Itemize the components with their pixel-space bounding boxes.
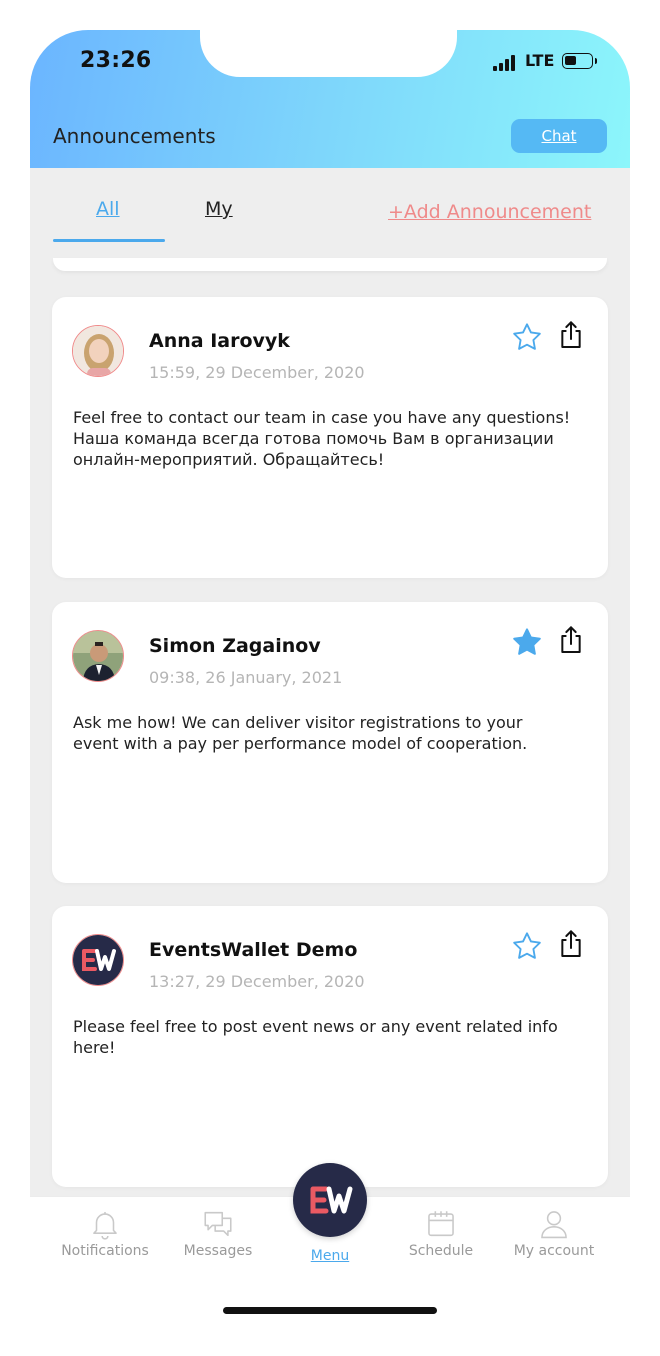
battery-icon (562, 53, 597, 69)
nav-label: Messages (183, 1243, 253, 1259)
share-icon[interactable] (555, 319, 587, 351)
announcements-content[interactable]: All My +Add Announcement Anna Iarovyk 15… (30, 168, 630, 1200)
star-icon[interactable] (511, 321, 543, 353)
menu-button[interactable] (293, 1163, 367, 1237)
nav-label: Schedule (408, 1243, 474, 1259)
nav-label: Notifications (61, 1243, 149, 1259)
nav-notifications[interactable]: Notifications (55, 1207, 155, 1259)
signal-icon (493, 55, 523, 71)
page-title: Announcements (53, 124, 216, 148)
announcement-text: Ask me how! We can deliver visitor regis… (73, 713, 528, 753)
author-name: Anna Iarovyk (149, 330, 290, 352)
star-icon[interactable] (511, 626, 543, 658)
announcement-card[interactable]: Simon Zagainov 09:38, 26 January, 2021 A… (52, 602, 608, 883)
chat-button[interactable]: Chat (511, 119, 607, 153)
announcement-text: Feel free to contact our team in case yo… (73, 408, 571, 469)
announcement-card[interactable]: EventsWallet Demo 13:27, 29 December, 20… (52, 906, 608, 1187)
share-icon[interactable] (555, 928, 587, 960)
announcement-text: Please feel free to post event news or a… (73, 1017, 558, 1057)
tab-all[interactable]: All (96, 198, 120, 220)
nav-schedule[interactable]: Schedule (391, 1207, 491, 1259)
previous-card-edge (53, 258, 607, 271)
status-time: 23:26 (80, 48, 152, 73)
announcement-card[interactable]: Anna Iarovyk 15:59, 29 December, 2020 Fe… (52, 297, 608, 578)
nav-my-account[interactable]: My account (504, 1207, 604, 1259)
network-label: LTE (525, 51, 555, 70)
post-date: 13:27, 29 December, 2020 (149, 972, 365, 991)
bell-icon (93, 1211, 117, 1240)
post-date: 15:59, 29 December, 2020 (149, 363, 365, 382)
phone-screen: 23:26 LTE Announcements Chat All My +Add… (30, 30, 630, 1320)
nav-menu-label[interactable]: Menu (292, 1248, 368, 1264)
eventswallet-logo (72, 934, 124, 986)
app-header: 23:26 LTE Announcements Chat (30, 30, 630, 168)
avatar (72, 325, 124, 377)
avatar (72, 630, 124, 682)
star-icon[interactable] (511, 930, 543, 962)
share-icon[interactable] (555, 624, 587, 656)
user-icon (541, 1211, 567, 1239)
author-name: EventsWallet Demo (149, 939, 358, 961)
tab-my[interactable]: My (205, 198, 233, 220)
add-announcement-link[interactable]: +Add Announcement (388, 201, 591, 223)
author-name: Simon Zagainov (149, 635, 321, 657)
device-notch (200, 30, 457, 77)
post-date: 09:38, 26 January, 2021 (149, 668, 343, 687)
calendar-icon (428, 1211, 454, 1237)
nav-messages[interactable]: Messages (168, 1207, 268, 1259)
nav-label: My account (513, 1243, 595, 1259)
active-tab-indicator (53, 239, 165, 242)
home-indicator (223, 1307, 437, 1314)
eventswallet-logo (310, 1186, 353, 1214)
chat-bubbles-icon (204, 1211, 232, 1237)
